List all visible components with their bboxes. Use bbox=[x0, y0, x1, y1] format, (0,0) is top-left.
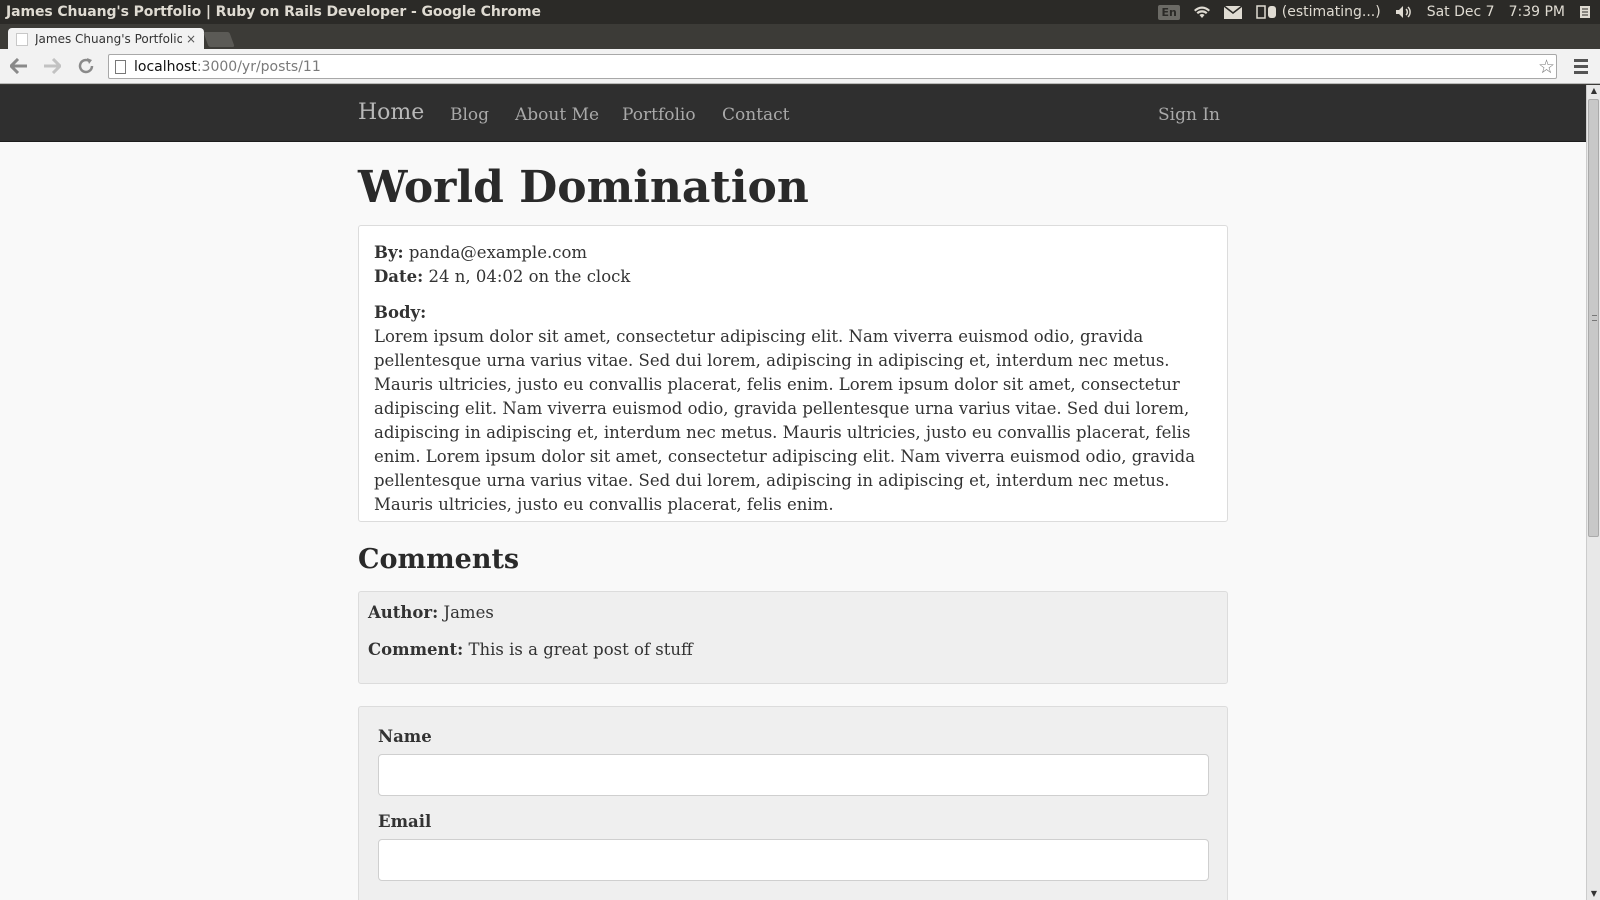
url-host: localhost bbox=[134, 58, 197, 75]
battery-icon bbox=[1256, 5, 1276, 19]
comment-text: This is a great post of stuff bbox=[468, 640, 693, 659]
tab-strip: James Chuang's Portfolio × bbox=[0, 24, 1600, 50]
system-tray: En (estimating...) Sat Dec 7 7:39 PM bbox=[1151, 0, 1600, 24]
post-body-label: Body: bbox=[374, 303, 427, 322]
site-navbar: Home Blog About Me Portfolio Contact Sig… bbox=[0, 85, 1586, 142]
keyboard-icon: En bbox=[1158, 4, 1180, 20]
scrollbar-thumb[interactable] bbox=[1588, 99, 1599, 537]
page-scrollbar[interactable]: ▲ ▼ bbox=[1586, 85, 1600, 900]
comments-heading: Comments bbox=[358, 544, 520, 575]
window-title: James Chuang's Portfolio | Ruby on Rails… bbox=[6, 4, 541, 20]
reload-button[interactable] bbox=[74, 54, 98, 78]
tab-title: James Chuang's Portfolio bbox=[35, 32, 182, 46]
scroll-up-arrow-icon[interactable]: ▲ bbox=[1588, 85, 1600, 97]
comment-item: Author: James Comment: This is a great p… bbox=[358, 591, 1228, 684]
mail-icon[interactable] bbox=[1217, 0, 1249, 24]
post-date-label: Date: bbox=[374, 267, 424, 286]
nav-link-contact[interactable]: Contact bbox=[722, 105, 790, 125]
post-panel: By: panda@example.com Date: 24 n, 04:02 … bbox=[358, 225, 1228, 522]
reload-icon bbox=[78, 58, 94, 74]
url-path: :3000/yr/posts/11 bbox=[196, 58, 321, 75]
nav-home-link[interactable]: Home bbox=[358, 100, 424, 125]
post-date: 24 n, 04:02 on the clock bbox=[428, 267, 631, 286]
wifi-icon[interactable] bbox=[1187, 0, 1217, 24]
clock-time: 7:39 PM bbox=[1508, 4, 1565, 20]
forward-arrow-icon bbox=[44, 58, 61, 74]
email-field[interactable] bbox=[378, 839, 1209, 881]
page-icon bbox=[115, 59, 126, 74]
forward-button[interactable] bbox=[40, 54, 64, 78]
post-author-label: By: bbox=[374, 243, 404, 262]
bookmark-star-icon[interactable]: ☆ bbox=[1538, 55, 1555, 79]
post-date-row: Date: 24 n, 04:02 on the clock bbox=[374, 265, 1212, 289]
comment-author-label: Author: bbox=[368, 603, 439, 622]
back-arrow-icon bbox=[10, 58, 27, 74]
nav-link-blog[interactable]: Blog bbox=[450, 105, 489, 125]
new-tab-button[interactable] bbox=[203, 32, 235, 47]
page-favicon-icon bbox=[16, 32, 28, 46]
page-viewport: Home Blog About Me Portfolio Contact Sig… bbox=[0, 85, 1586, 900]
sign-in-link[interactable]: Sign In bbox=[1158, 105, 1220, 125]
close-tab-icon[interactable]: × bbox=[186, 32, 196, 46]
scroll-down-arrow-icon[interactable]: ▼ bbox=[1588, 888, 1600, 900]
post-title: World Domination bbox=[358, 162, 809, 213]
comment-text-label: Comment: bbox=[368, 640, 464, 659]
browser-tab[interactable]: James Chuang's Portfolio × bbox=[8, 28, 204, 50]
comment-text-row: Comment: This is a great post of stuff bbox=[368, 638, 1218, 662]
comment-author-row: Author: James bbox=[368, 601, 1218, 625]
name-label: Name bbox=[378, 727, 432, 746]
address-bar[interactable]: localhost:3000/yr/posts/11 ☆ bbox=[108, 54, 1557, 79]
battery-indicator[interactable]: (estimating...) bbox=[1249, 0, 1388, 24]
clock-date: Sat Dec 7 bbox=[1426, 4, 1495, 20]
chrome-menu-icon[interactable] bbox=[1570, 55, 1592, 77]
keyboard-layout-indicator[interactable]: En bbox=[1151, 0, 1186, 24]
post-body: Lorem ipsum dolor sit amet, consectetur … bbox=[374, 327, 1196, 514]
post-author: panda@example.com bbox=[408, 243, 588, 262]
email-label: Email bbox=[378, 812, 432, 831]
os-top-panel: James Chuang's Portfolio | Ruby on Rails… bbox=[0, 0, 1600, 24]
post-author-row: By: panda@example.com bbox=[374, 241, 1212, 265]
name-field[interactable] bbox=[378, 754, 1209, 796]
session-icon[interactable] bbox=[1572, 0, 1600, 24]
volume-icon[interactable] bbox=[1388, 0, 1420, 24]
back-button[interactable] bbox=[7, 54, 31, 78]
post-body-label-row: Body: bbox=[374, 301, 1212, 325]
clock[interactable]: Sat Dec 7 7:39 PM bbox=[1420, 0, 1572, 24]
comment-author: James bbox=[443, 603, 494, 622]
nav-link-portfolio[interactable]: Portfolio bbox=[622, 105, 696, 125]
battery-status: (estimating...) bbox=[1281, 4, 1381, 20]
comment-form: Name Email bbox=[358, 706, 1228, 900]
nav-link-about-me[interactable]: About Me bbox=[515, 105, 599, 125]
browser-toolbar: localhost:3000/yr/posts/11 ☆ bbox=[0, 49, 1600, 84]
